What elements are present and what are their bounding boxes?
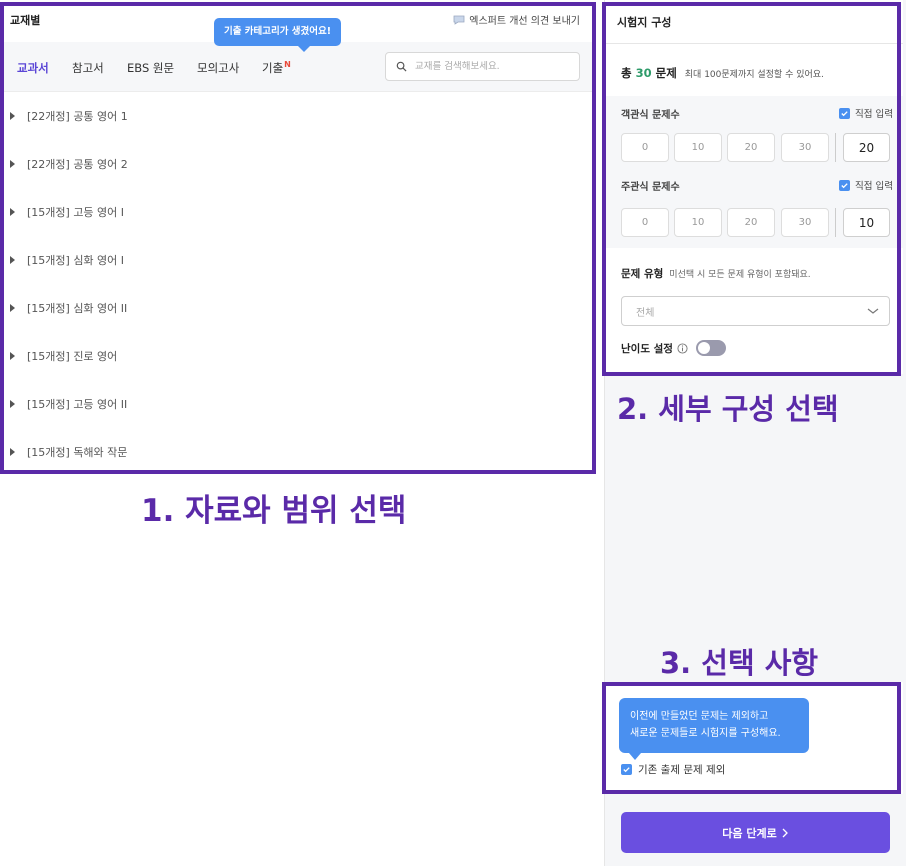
- textbook-label: [15개정] 독해와 작문: [27, 446, 128, 459]
- tab-reference-book[interactable]: 참고서: [72, 60, 104, 76]
- objective-preset-button[interactable]: 0: [621, 133, 669, 162]
- textbook-search[interactable]: [385, 52, 580, 81]
- subjective-preset-button[interactable]: 30: [781, 208, 829, 237]
- textbook-item[interactable]: [15개정] 고등 영어 II: [0, 380, 596, 428]
- difficulty-label: 난이도 설정: [621, 342, 673, 355]
- textbook-item[interactable]: [15개정] 진로 영어: [0, 332, 596, 380]
- tab-past-exam[interactable]: 기출N: [262, 60, 291, 76]
- exclude-previous-checkbox[interactable]: 기존 출제 문제 제외: [621, 762, 725, 777]
- textbook-item[interactable]: [15개정] 독해와 작문: [0, 428, 596, 476]
- subjective-count-input[interactable]: [843, 208, 890, 237]
- tab-past-exam-label: 기출: [262, 61, 284, 75]
- caret-right-icon: [10, 256, 15, 264]
- tab-ebs-original[interactable]: EBS 원문: [127, 60, 174, 76]
- new-badge: N: [284, 60, 291, 69]
- tab-mock-exam[interactable]: 모의고사: [197, 60, 239, 76]
- checkbox-checked-icon: [839, 107, 851, 119]
- caret-right-icon: [10, 400, 15, 408]
- caret-right-icon: [10, 304, 15, 312]
- textbook-item[interactable]: [15개정] 심화 영어 I: [0, 236, 596, 284]
- chevron-right-icon: [782, 828, 788, 837]
- textbook-label: [15개정] 고등 영어 II: [27, 398, 128, 411]
- objective-preset-button[interactable]: 30: [781, 133, 829, 162]
- feedback-link[interactable]: 엑스퍼트 개선 의견 보내기: [453, 12, 580, 27]
- question-type-value: 전체: [636, 307, 655, 319]
- textbook-label: [15개정] 심화 영어 I: [27, 254, 125, 267]
- textbook-label: [15개정] 심화 영어 II: [27, 302, 128, 315]
- question-type-select[interactable]: 전체: [621, 296, 890, 326]
- exam-config-panel: 시험지 구성 총 30 문제 최대 100문제까지 설정할 수 있어요. 객관식 …: [604, 0, 906, 866]
- total-count: 30: [635, 66, 652, 80]
- objective-direct-label: 직접 입력: [855, 109, 893, 120]
- total-prefix: 총: [621, 66, 632, 80]
- textbook-label: [22개정] 공통 영어 1: [27, 110, 128, 123]
- subjective-direct-input-toggle[interactable]: 직접 입력: [839, 178, 893, 192]
- textbook-item[interactable]: [15개정] 심화 영어 II: [0, 284, 596, 332]
- caption-step-1: 1. 자료와 범위 선택: [141, 493, 407, 529]
- tab-textbook[interactable]: 교과서: [17, 60, 49, 76]
- search-input[interactable]: [415, 61, 565, 72]
- next-step-label: 다음 단계로: [722, 826, 777, 840]
- exam-config-body: 총 30 문제 최대 100문제까지 설정할 수 있어요. 객관식 문제수 직접 …: [605, 44, 903, 374]
- question-type-hint: 미선택 시 모든 문제 유형이 포함돼요.: [669, 270, 811, 280]
- objective-preset-button[interactable]: 10: [674, 133, 722, 162]
- search-icon: [396, 61, 407, 72]
- question-type-title: 문제 유형: [621, 268, 664, 280]
- divider: [835, 133, 836, 162]
- new-category-tooltip: 기출 카테고리가 생겼어요!: [214, 18, 342, 52]
- feedback-label: 엑스퍼트 개선 의견 보내기: [469, 16, 580, 27]
- caption-step-3: 3. 선택 사항: [660, 646, 819, 680]
- textbook-panel: 교재별 엑스퍼트 개선 의견 보내기 교과서 참고서 EBS 원문 모의고사 기…: [0, 0, 596, 474]
- subjective-direct-label: 직접 입력: [855, 181, 893, 192]
- total-questions: 총 30 문제 최대 100문제까지 설정할 수 있어요.: [621, 65, 824, 81]
- caret-right-icon: [10, 112, 15, 120]
- caret-right-icon: [10, 160, 15, 168]
- textbook-item[interactable]: [22개정] 공통 영어 2: [0, 140, 596, 188]
- caret-right-icon: [10, 208, 15, 216]
- exam-config-title: 시험지 구성: [617, 16, 672, 29]
- total-suffix: 문제: [655, 66, 677, 80]
- chevron-down-icon: [867, 308, 879, 314]
- caret-right-icon: [10, 352, 15, 360]
- tip-line: 이전에 만들었던 문제는 제외하고: [630, 711, 769, 722]
- subjective-preset-button[interactable]: 0: [621, 208, 669, 237]
- total-hint: 최대 100문제까지 설정할 수 있어요.: [684, 70, 824, 80]
- info-icon[interactable]: [677, 342, 688, 354]
- objective-preset-button[interactable]: 20: [727, 133, 775, 162]
- question-type-header: 문제 유형 미선택 시 모든 문제 유형이 포함돼요.: [621, 266, 811, 281]
- difficulty-toggle[interactable]: [695, 340, 726, 356]
- objective-section: 객관식 문제수 직접 입력 0 10 20 30: [605, 96, 903, 168]
- checkbox-checked-icon: [621, 764, 632, 775]
- difficulty-setting: 난이도 설정: [621, 340, 726, 356]
- textbook-panel-title: 교재별: [10, 14, 41, 27]
- subjective-label: 주관식 문제수: [621, 182, 680, 193]
- next-step-button[interactable]: 다음 단계로: [621, 812, 890, 853]
- caption-step-2: 2. 세부 구성 선택: [617, 392, 839, 426]
- objective-label: 객관식 문제수: [621, 110, 680, 121]
- exclude-tip-bubble: 이전에 만들었던 문제는 제외하고 새로운 문제들로 시험지를 구성해요.: [619, 698, 809, 760]
- divider: [835, 208, 836, 237]
- objective-direct-input-toggle[interactable]: 직접 입력: [839, 106, 893, 120]
- speech-bubble-icon: [453, 15, 465, 25]
- subjective-preset-button[interactable]: 10: [674, 208, 722, 237]
- caret-right-icon: [10, 448, 15, 456]
- checkbox-checked-icon: [839, 179, 851, 191]
- textbook-label: [15개정] 고등 영어 I: [27, 206, 125, 219]
- objective-count-input[interactable]: [843, 133, 890, 162]
- textbook-list: [22개정] 공통 영어 1 [22개정] 공통 영어 2 [15개정] 고등 …: [0, 92, 596, 476]
- textbook-label: [22개정] 공통 영어 2: [27, 158, 128, 171]
- textbook-label: [15개정] 진로 영어: [27, 350, 118, 363]
- subjective-preset-button[interactable]: 20: [727, 208, 775, 237]
- textbook-item[interactable]: [15개정] 고등 영어 I: [0, 188, 596, 236]
- options-section: 이전에 만들었던 문제는 제외하고 새로운 문제들로 시험지를 구성해요. 기존…: [605, 682, 903, 794]
- textbook-item[interactable]: [22개정] 공통 영어 1: [0, 92, 596, 140]
- subjective-section: 주관식 문제수 직접 입력 0 10 20 30: [605, 168, 903, 248]
- exam-config-header: 시험지 구성: [605, 0, 903, 44]
- tip-line: 새로운 문제들로 시험지를 구성해요.: [630, 728, 781, 739]
- exclude-previous-label: 기존 출제 문제 제외: [638, 764, 726, 776]
